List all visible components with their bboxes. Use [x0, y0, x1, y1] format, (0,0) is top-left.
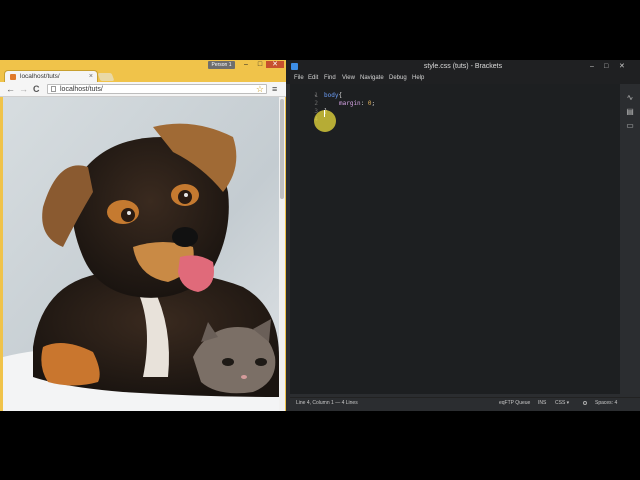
- ftp-icon[interactable]: ▭: [625, 122, 635, 130]
- minimize-icon[interactable]: –: [590, 62, 594, 71]
- editor-window: style.css (tuts) - Brackets – □ ✕ File E…: [286, 60, 640, 411]
- reload-icon[interactable]: C: [33, 83, 40, 95]
- code-line: 1 ▾ body{: [290, 92, 590, 100]
- page-favicon-icon: [10, 74, 16, 80]
- back-icon[interactable]: ←: [6, 83, 15, 95]
- ftp-queue-button[interactable]: eqFTP Queue: [499, 398, 530, 409]
- line-number: 2: [314, 100, 318, 107]
- new-tab-button[interactable]: [97, 73, 115, 81]
- page-scrollbar[interactable]: [279, 97, 285, 411]
- page-viewport: [3, 97, 279, 411]
- browser-window: Person 1 – □ ✕ localhost/tuts/ × ← → C l…: [0, 60, 286, 411]
- live-preview-icon[interactable]: ∿: [625, 94, 635, 102]
- right-toolbar: ∿ ▤ ▭: [620, 84, 640, 394]
- code-line: 3 }: [290, 108, 590, 116]
- scrollbar-thumb[interactable]: [280, 99, 284, 199]
- editor-titlebar: style.css (tuts) - Brackets – □ ✕: [286, 60, 640, 73]
- text-caret: [324, 110, 325, 117]
- minimize-icon[interactable]: –: [240, 61, 252, 68]
- code-editor[interactable]: 1 ▾ body{ 2 margin: 0; 3 } 4: [290, 84, 620, 394]
- menu-file[interactable]: File: [294, 73, 304, 84]
- browser-toolbar: ← → C localhost/tuts/ ☆ ≡: [0, 82, 286, 97]
- menu-debug[interactable]: Debug: [389, 73, 407, 84]
- browser-titlebar: Person 1 – □ ✕: [0, 60, 286, 69]
- menu-bar: File Edit Find View Navigate Debug Help: [286, 73, 640, 84]
- mouse-cursor-highlight: [314, 110, 336, 132]
- tab-strip: localhost/tuts/ ×: [0, 69, 286, 82]
- window-title: style.css (tuts) - Brackets: [423, 63, 503, 70]
- css-colon: :: [360, 100, 368, 107]
- linting-status-icon[interactable]: [583, 401, 587, 405]
- tab-localhost[interactable]: localhost/tuts/ ×: [4, 70, 98, 82]
- dog-and-cat-photo: [3, 97, 279, 411]
- menu-find[interactable]: Find: [324, 73, 336, 84]
- menu-edit[interactable]: Edit: [308, 73, 318, 84]
- maximize-icon[interactable]: □: [604, 62, 608, 71]
- ins-toggle[interactable]: INS: [538, 398, 546, 409]
- close-icon[interactable]: ✕: [619, 62, 625, 71]
- person-button[interactable]: Person 1: [208, 61, 235, 69]
- tab-title: localhost/tuts/: [20, 73, 60, 80]
- menu-navigate[interactable]: Navigate: [360, 73, 384, 84]
- bookmark-star-icon[interactable]: ☆: [256, 84, 264, 94]
- language-select[interactable]: CSS ▾: [555, 398, 569, 409]
- css-semicolon: ;: [371, 100, 376, 107]
- forward-icon[interactable]: →: [19, 83, 28, 95]
- css-selector: body: [324, 92, 339, 99]
- cursor-position: Line 4, Column 1 — 4 Lines: [296, 400, 358, 406]
- css-property: margin: [339, 100, 361, 107]
- open-brace: {: [338, 92, 343, 99]
- maximize-icon[interactable]: □: [254, 61, 266, 68]
- code-line: 2 margin: 0;: [290, 100, 590, 108]
- menu-help[interactable]: Help: [412, 73, 424, 84]
- url-text: localhost/tuts/: [60, 86, 103, 93]
- close-icon[interactable]: ✕: [266, 61, 284, 68]
- page-icon: [51, 86, 56, 92]
- menu-view[interactable]: View: [342, 73, 355, 84]
- tab-close-icon[interactable]: ×: [89, 72, 93, 81]
- status-bar: Line 4, Column 1 — 4 Lines eqFTP Queue I…: [290, 397, 640, 409]
- chrome-menu-icon[interactable]: ≡: [272, 84, 277, 94]
- address-bar[interactable]: localhost/tuts/ ☆: [47, 84, 267, 94]
- extension-manager-icon[interactable]: ▤: [625, 108, 635, 116]
- fold-arrow-icon[interactable]: ▾: [314, 92, 317, 100]
- indent-spaces[interactable]: Spaces: 4: [595, 398, 617, 409]
